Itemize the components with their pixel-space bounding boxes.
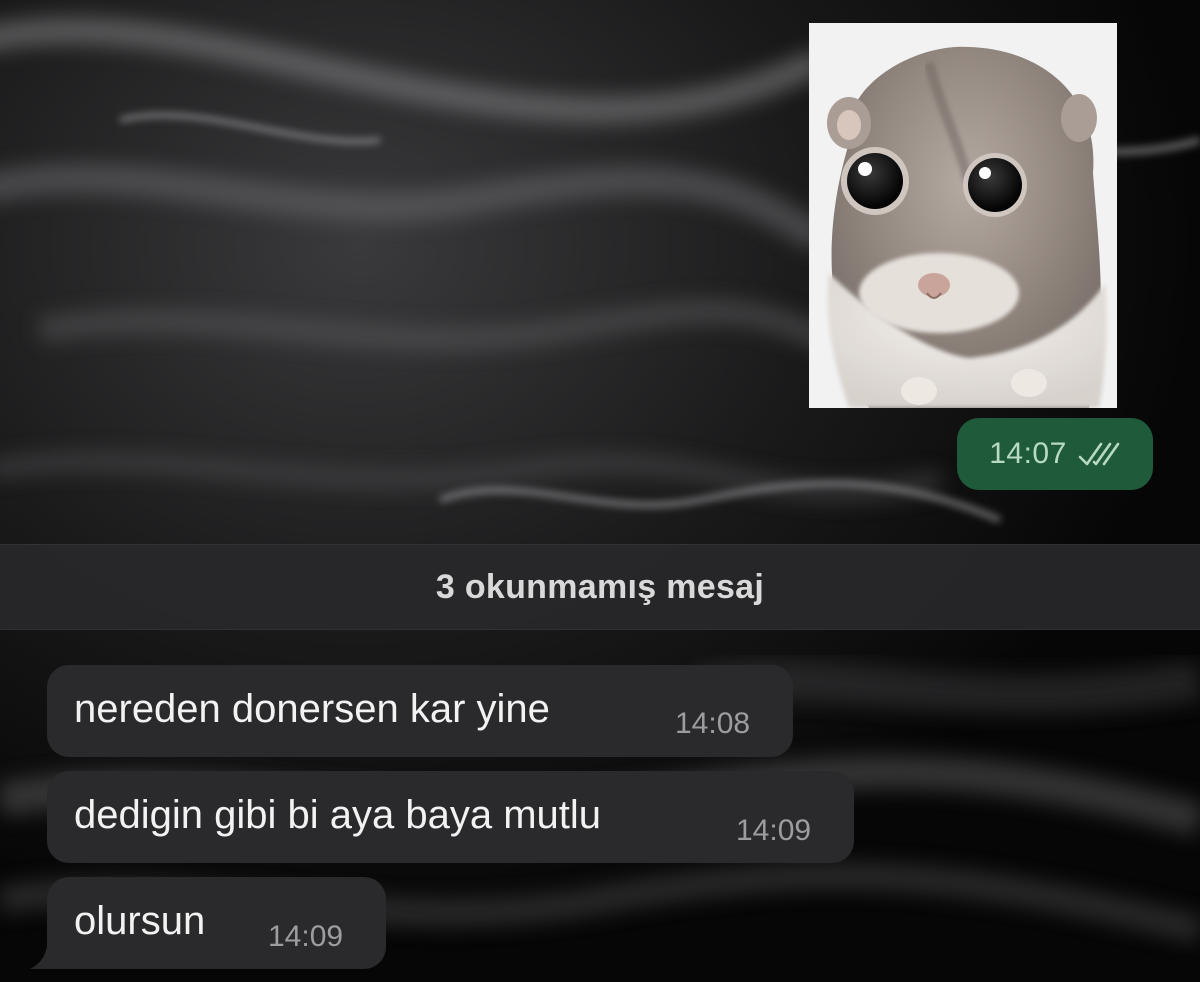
- unread-messages-label: 3 okunmamış mesaj: [435, 567, 765, 606]
- message-time: 14:09: [268, 920, 344, 953]
- sad-hamster-sticker[interactable]: [809, 23, 1117, 408]
- double-check-icon: [1077, 441, 1121, 467]
- message-time: 14:08: [675, 707, 751, 740]
- outgoing-time-bubble: 14:07: [957, 418, 1153, 490]
- message-text: olursun: [74, 899, 206, 943]
- incoming-message-bubble[interactable]: dedigin gibi bi aya baya mutlu 14:09: [47, 771, 854, 863]
- message-text: nereden donersen kar yine: [74, 687, 550, 731]
- outgoing-message-time: 14:07: [989, 437, 1067, 470]
- incoming-message-bubble[interactable]: olursun 14:09: [47, 877, 386, 969]
- unread-messages-separator: 3 okunmamış mesaj: [0, 544, 1200, 630]
- incoming-message-bubble[interactable]: nereden donersen kar yine 14:08: [47, 665, 793, 757]
- chat-screen: 14:07 3 okunmamış mesaj nereden donersen…: [0, 0, 1200, 982]
- bubble-tail: [28, 935, 68, 976]
- message-text: dedigin gibi bi aya baya mutlu: [74, 793, 602, 837]
- message-time: 14:09: [736, 814, 812, 847]
